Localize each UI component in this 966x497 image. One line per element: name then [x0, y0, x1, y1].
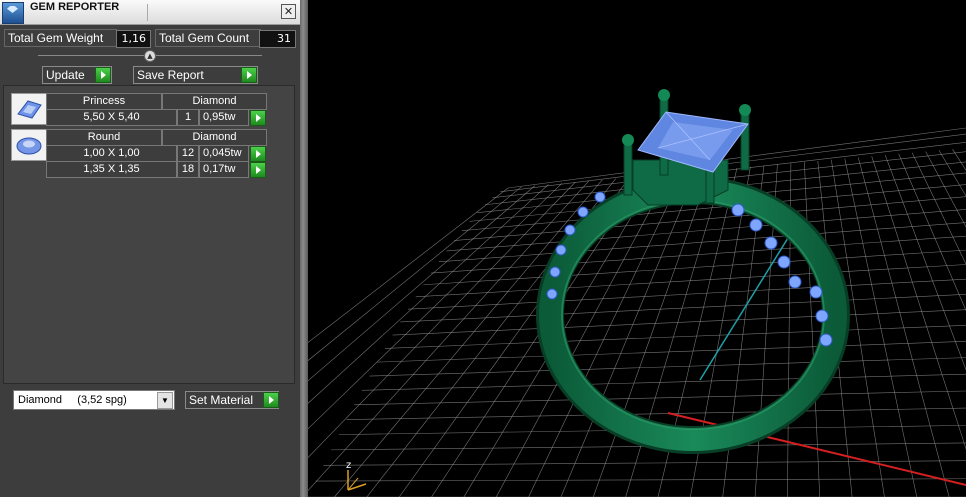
- update-button[interactable]: Update: [42, 66, 112, 84]
- gem-weight: 0,045tw: [199, 145, 249, 162]
- gem-weight: 0,17tw: [199, 161, 249, 178]
- grid-line: [871, 156, 966, 450]
- grid-line: [952, 149, 966, 171]
- play-arrow-icon: [95, 67, 111, 83]
- update-button-label: Update: [46, 68, 85, 82]
- grid-line: [377, 341, 966, 363]
- panel-splitter[interactable]: [300, 0, 308, 497]
- play-arrow-icon: [241, 67, 257, 83]
- save-report-button[interactable]: Save Report: [133, 66, 258, 84]
- gem-size: 1,35 X 1,35: [46, 161, 177, 178]
- close-icon[interactable]: ✕: [281, 4, 296, 19]
- grid-line: [857, 157, 950, 497]
- play-arrow-icon[interactable]: [250, 146, 266, 162]
- grid-line: [369, 357, 966, 377]
- grid-line: [315, 478, 966, 482]
- grid-line: [898, 153, 966, 312]
- total-gem-weight-label: Total Gem Weight: [4, 29, 117, 47]
- set-material-button-label: Set Material: [189, 393, 254, 407]
- gem-count: 12: [177, 145, 199, 162]
- play-arrow-icon[interactable]: [250, 162, 266, 178]
- material-select[interactable]: Diamond (3,52 spg) ▼: [13, 390, 175, 410]
- grid-line: [438, 222, 966, 263]
- chevron-down-icon[interactable]: ▼: [157, 392, 173, 409]
- total-gem-count-value: 31: [259, 30, 296, 48]
- viewport-scene: z: [308, 89, 966, 497]
- grid-line: [925, 151, 966, 228]
- play-arrow-icon: [263, 392, 279, 408]
- grid-line: [400, 293, 966, 323]
- princess-gem-icon: [11, 93, 47, 125]
- gem-count: 1: [177, 109, 199, 126]
- window-title: GEM REPORTER: [30, 1, 120, 13]
- play-arrow-icon[interactable]: [250, 110, 266, 126]
- save-report-button-label: Save Report: [137, 68, 204, 82]
- grid-line: [308, 185, 536, 382]
- collapse-knob-icon[interactable]: ▲: [144, 50, 156, 62]
- axis-gizmo: z: [346, 460, 367, 491]
- ring-model: [536, 89, 850, 454]
- gem-material-label: Diamond: [162, 129, 267, 146]
- total-gem-count-label: Total Gem Count: [155, 29, 261, 47]
- grid-line: [407, 278, 966, 310]
- gem-count: 18: [177, 161, 199, 178]
- gem-cut-label: Round: [46, 129, 162, 146]
- grid-line: [354, 390, 966, 406]
- set-material-button[interactable]: Set Material: [185, 391, 279, 409]
- grid-line: [346, 407, 966, 420]
- y-axis-line: [699, 237, 789, 381]
- grid-line: [431, 235, 966, 274]
- grid-line: [308, 186, 522, 361]
- grid-line: [446, 209, 966, 252]
- gem-reporter-panel: GEM REPORTER ✕ Total Gem Weight 1,16 Tot…: [0, 0, 300, 497]
- gem-cut-label: Princess: [46, 93, 162, 110]
- z-axis-label: z: [346, 460, 351, 471]
- material-select-value: Diamond (3,52 spg): [18, 394, 127, 406]
- gem-size: 5,50 X 5,40: [46, 109, 177, 126]
- grid-line: [384, 325, 966, 349]
- title-separator: [147, 4, 148, 21]
- title-bar[interactable]: GEM REPORTER ✕: [0, 0, 300, 25]
- grid-line: [392, 309, 966, 336]
- app-gem-icon: [2, 2, 24, 24]
- 3d-viewport[interactable]: z: [308, 0, 966, 497]
- gem-list: Princess Diamond 5,50 X 5,40 1 0,95tw Ro…: [3, 85, 295, 384]
- gem-size: 1,00 X 1,00: [46, 145, 177, 162]
- gem-material-label: Diamond: [162, 93, 267, 110]
- total-gem-weight-value: 1,16: [116, 30, 151, 48]
- round-gem-icon: [11, 129, 47, 161]
- gem-weight: 0,95tw: [199, 109, 249, 126]
